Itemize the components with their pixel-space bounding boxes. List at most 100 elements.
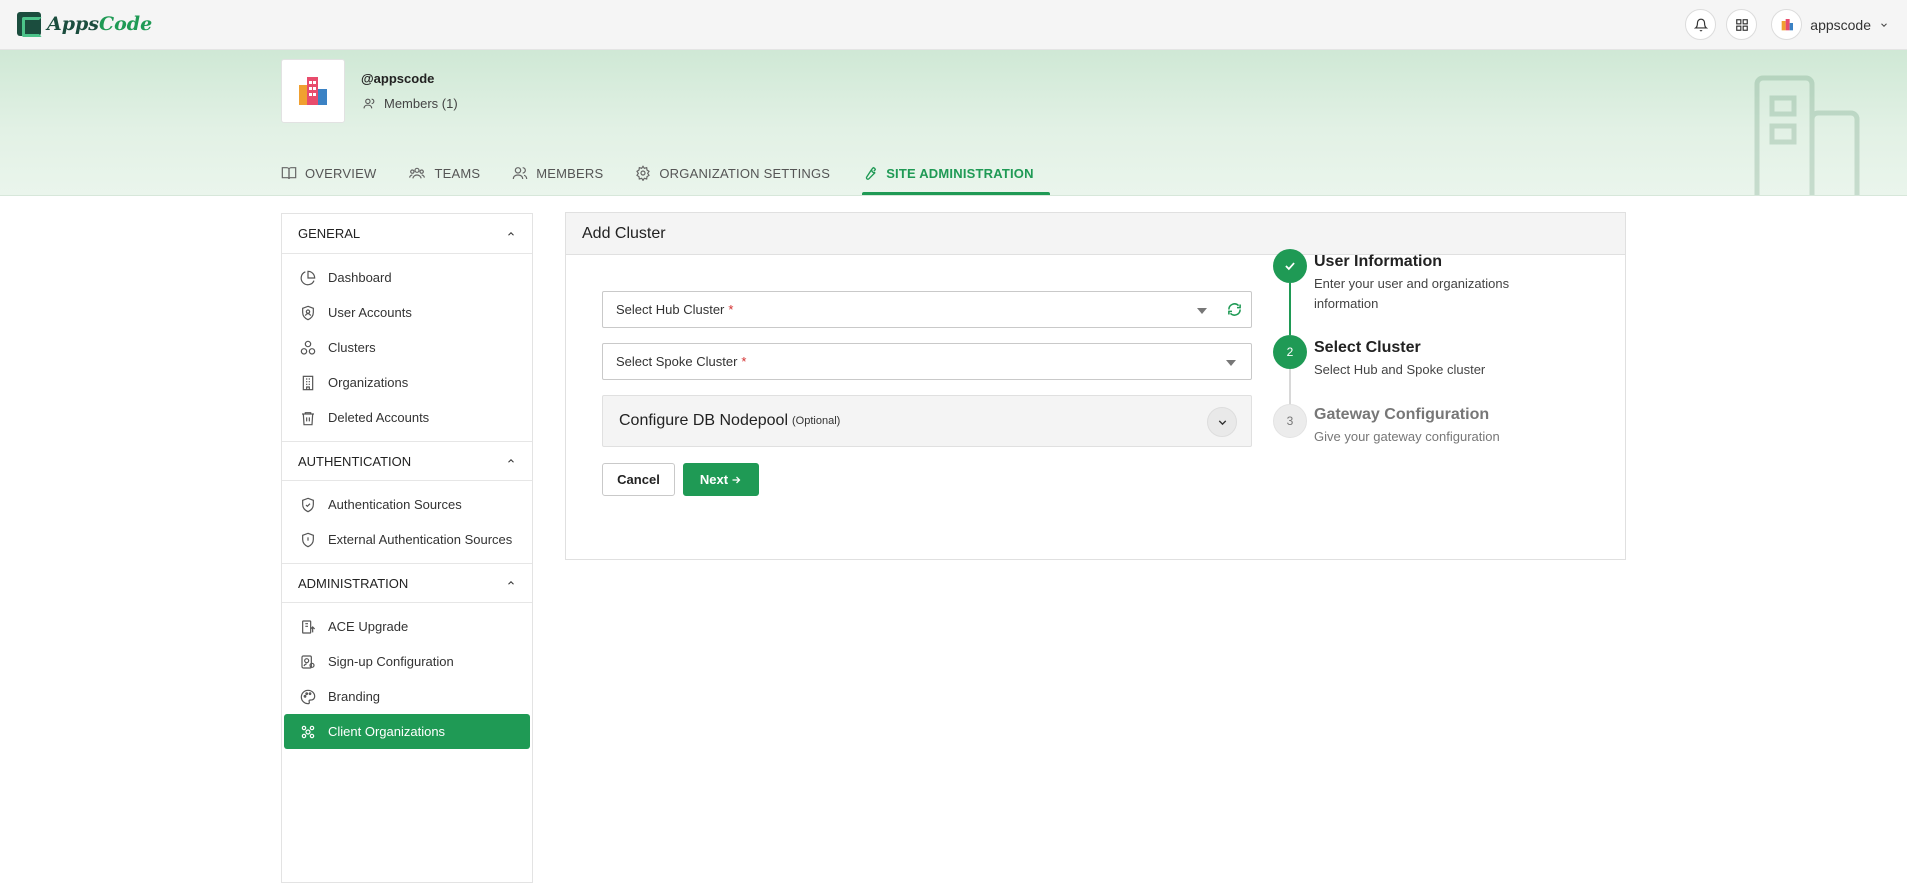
- sidebar-item-organizations[interactable]: Organizations: [284, 365, 530, 400]
- sidebar-item-ace-upgrade[interactable]: ACE Upgrade: [284, 609, 530, 644]
- sidebar-item-sign-up-configuration[interactable]: Sign-up Configuration: [284, 644, 530, 679]
- sidebar-item-clusters[interactable]: Clusters: [284, 330, 530, 365]
- db-nodepool-accordion[interactable]: Configure DB Nodepool (Optional): [602, 395, 1252, 447]
- sidebar-item-dashboard-label: Dashboard: [328, 270, 392, 285]
- sidebar-item-user-accounts-label: User Accounts: [328, 305, 412, 320]
- next-button[interactable]: Next: [683, 463, 759, 496]
- chevron-down-icon: [1218, 419, 1226, 425]
- tab-site-administration-label: SITE ADMINISTRATION: [886, 165, 1034, 181]
- tab-site-administration[interactable]: SITE ADMINISTRATION: [862, 150, 1050, 195]
- expand-nodepool-button[interactable]: [1207, 407, 1237, 437]
- sidebar-item-ace-upgrade-label: ACE Upgrade: [328, 619, 409, 634]
- dropdown-caret-icon: [1226, 360, 1236, 366]
- building-watermark-icon: [1754, 75, 1860, 195]
- sidebar-item-branding-label: Branding: [328, 689, 381, 704]
- sidebar-item-user-accounts[interactable]: User Accounts: [284, 295, 530, 330]
- org-members-label: Members (1): [384, 96, 458, 111]
- bell-icon: [1693, 18, 1708, 31]
- step-3-desc: Give your gateway configuration: [1314, 429, 1500, 444]
- org-header: @appscode Members (1) OVERVIEW TEAMS MEM…: [0, 50, 1907, 196]
- users-icon: [363, 98, 375, 109]
- book-icon: [281, 167, 297, 180]
- required-mark: *: [741, 354, 747, 369]
- username: appscode: [1810, 16, 1871, 33]
- org-tabs: OVERVIEW TEAMS MEMBERS ORGANIZATION SETT…: [281, 150, 1066, 195]
- step-connector: [1289, 283, 1291, 335]
- sidebar-item-deleted-accounts[interactable]: Deleted Accounts: [284, 400, 530, 435]
- upgrade-icon: [302, 619, 316, 634]
- step-1-desc: Enter your user and organizations inform…: [1314, 276, 1510, 311]
- sidebar-group-authentication[interactable]: AUTHENTICATION: [282, 441, 532, 481]
- wrench-icon: [865, 166, 877, 180]
- office-building-icon: [302, 375, 314, 390]
- cancel-button[interactable]: Cancel: [602, 463, 675, 496]
- nodepool-optional-tag: (Optional): [792, 415, 841, 427]
- org-handle: @appscode: [361, 71, 435, 86]
- clusters-icon: [300, 340, 316, 355]
- logo-text: AppsCode: [47, 13, 153, 35]
- hub-cluster-label: Select Hub Cluster: [616, 302, 725, 317]
- dropdown-caret-icon: [1197, 308, 1207, 314]
- notifications-button[interactable]: [1685, 9, 1717, 40]
- tab-teams-label: TEAMS: [434, 165, 481, 181]
- sidebar-item-organizations-label: Organizations: [328, 375, 409, 390]
- step-1-done: [1273, 249, 1307, 283]
- user-avatar: [1771, 9, 1803, 40]
- sidebar-item-client-organizations[interactable]: Client Organizations: [284, 714, 530, 749]
- chevron-down-icon: [1881, 22, 1887, 27]
- chevron-up-icon: [508, 581, 514, 585]
- tab-overview[interactable]: OVERVIEW: [281, 150, 392, 195]
- palette-icon: [300, 689, 316, 704]
- sidebar-item-authentication-sources-label: Authentication Sources: [328, 497, 462, 512]
- sidebar-group-administration-title: ADMINISTRATION: [298, 575, 409, 591]
- members-icon: [512, 167, 528, 180]
- sidebar-item-authentication-sources[interactable]: Authentication Sources: [284, 487, 530, 522]
- spoke-cluster-label: Select Spoke Cluster: [616, 354, 738, 369]
- grid-icon: [1735, 18, 1748, 31]
- tab-teams[interactable]: TEAMS: [408, 150, 496, 195]
- org-members-link[interactable]: Members (1): [363, 96, 458, 111]
- step-2-desc: Select Hub and Spoke cluster: [1314, 362, 1486, 377]
- appscode-logo[interactable]: AppsCode: [17, 12, 153, 37]
- tab-members[interactable]: MEMBERS: [512, 150, 619, 195]
- tab-organization-settings-label: ORGANIZATION SETTINGS: [659, 165, 831, 181]
- sidebar-group-administration[interactable]: ADMINISTRATION: [282, 563, 532, 603]
- shield-check-icon: [302, 497, 314, 512]
- sidebar-group-authentication-title: AUTHENTICATION: [298, 453, 412, 469]
- sidebar-item-external-authentication-sources[interactable]: External Authentication Sources: [284, 522, 530, 557]
- sidebar-group-general[interactable]: GENERAL: [282, 214, 532, 254]
- nodepool-title: Configure DB Nodepool: [619, 412, 788, 429]
- client-organizations-icon: [301, 725, 315, 738]
- org-building-icon: [299, 77, 327, 105]
- chevron-up-icon: [508, 459, 514, 463]
- sidebar-item-branding[interactable]: Branding: [284, 679, 530, 714]
- sidebar-item-clusters-label: Clusters: [328, 340, 376, 355]
- sidebar-item-dashboard[interactable]: Dashboard: [284, 260, 530, 295]
- user-menu[interactable]: appscode: [1771, 9, 1889, 40]
- shield-icon: [302, 532, 314, 547]
- sidebar-group-general-title: GENERAL: [298, 226, 361, 241]
- building-icon: [1781, 18, 1793, 30]
- arrow-right-icon: [732, 476, 741, 483]
- logo-mark-icon: [17, 12, 42, 37]
- next-button-label: Next: [699, 472, 729, 487]
- user-settings-icon: [301, 654, 315, 669]
- pie-chart-icon: [300, 270, 316, 285]
- required-mark: *: [728, 302, 734, 317]
- check-icon: [1285, 262, 1295, 271]
- sidebar-item-sign-up-configuration-label: Sign-up Configuration: [328, 654, 454, 669]
- apps-grid-button[interactable]: [1726, 9, 1758, 40]
- team-icon: [409, 167, 426, 179]
- tab-organization-settings[interactable]: ORGANIZATION SETTINGS: [635, 150, 846, 195]
- add-cluster-card: Add Cluster Select Hub Cluster * Select S…: [565, 212, 1626, 560]
- user-shield-icon: [302, 305, 314, 320]
- sidebar-item-client-organizations-label: Client Organizations: [328, 724, 446, 739]
- gear-icon: [636, 165, 651, 181]
- tab-members-label: MEMBERS: [536, 165, 604, 181]
- step-2-title: Select Cluster: [1314, 339, 1421, 356]
- spoke-cluster-select[interactable]: Select Spoke Cluster *: [602, 343, 1252, 380]
- step-2-active: 2: [1273, 335, 1307, 369]
- refresh-icon[interactable]: [1227, 302, 1242, 317]
- step-1-title: User Information: [1314, 253, 1443, 270]
- hub-cluster-select[interactable]: Select Hub Cluster *: [602, 291, 1252, 328]
